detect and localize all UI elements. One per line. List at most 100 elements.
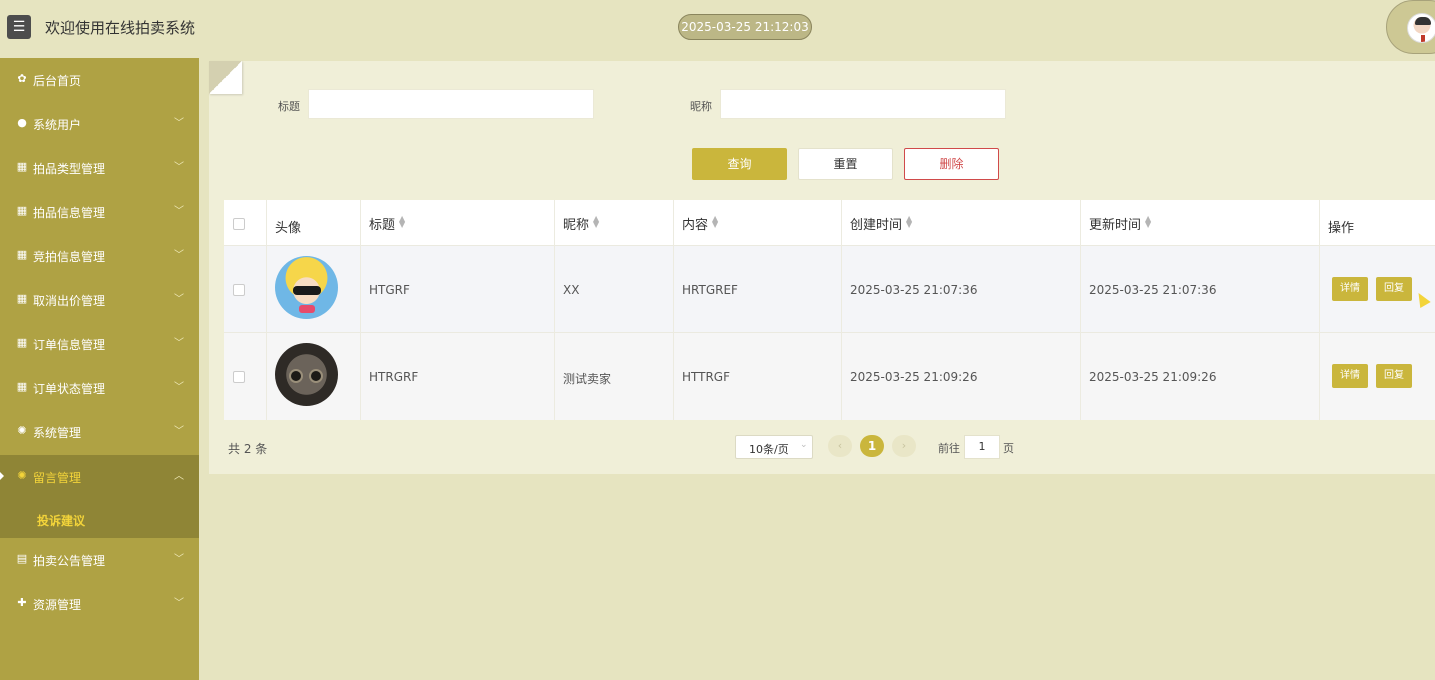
sidebar-item-5[interactable]: ▦ 取消出价管理 ﹀: [0, 278, 199, 322]
sidebar-item-11[interactable]: ✚ 资源管理 ﹀: [0, 582, 199, 626]
row-updated-time: 2025-03-25 21:07:36: [1089, 283, 1217, 297]
next-page-button[interactable]: ›: [892, 435, 916, 457]
column-header-title[interactable]: 标题 ▲ ▼: [361, 200, 555, 246]
sidebar-item-2[interactable]: ▦ 拍品类型管理 ﹀: [0, 146, 199, 190]
sidebar-item-label: 系统管理: [33, 426, 82, 440]
sidebar-item-8[interactable]: ✺ 系统管理 ﹀: [0, 410, 199, 454]
grid-icon: ▦: [16, 380, 28, 393]
chevron-down-icon: ﹀: [174, 162, 184, 173]
goto-label: 前往: [938, 442, 960, 455]
column-header-updated[interactable]: 更新时间 ▲ ▼: [1081, 200, 1320, 246]
chevron-down-icon: ﹀: [174, 250, 184, 261]
reply-button[interactable]: 回复: [1376, 364, 1412, 388]
row-nickname: XX: [563, 283, 580, 297]
chevron-down-icon: ﹀: [174, 206, 184, 217]
sidebar-subitem-label: 投诉建议: [37, 514, 86, 528]
column-header-nickname[interactable]: 昵称 ▲ ▼: [555, 200, 674, 246]
nickname-search-input[interactable]: [720, 89, 1006, 119]
sidebar-item-label: 拍卖公告管理: [33, 554, 106, 568]
sidebar-item-label: 拍品信息管理: [33, 206, 106, 220]
sidebar-item-1[interactable]: ● 系统用户 ﹀: [0, 102, 199, 146]
sidebar-subitem-complaints[interactable]: 投诉建议: [0, 455, 199, 538]
chevron-down-icon: ﹀: [174, 118, 184, 129]
column-header-avatar: 头像: [267, 200, 361, 246]
select-all-checkbox[interactable]: [233, 218, 245, 230]
plus-circle-icon: ✚: [17, 596, 27, 609]
table-row: HTGRF XX HRTGREF 2025-03-25 21:07:36 202…: [224, 246, 1435, 333]
sidebar-item-3[interactable]: ▦ 拍品信息管理 ﹀: [0, 190, 199, 234]
total-count: 共 2 条: [228, 442, 268, 456]
app-title: 欢迎使用在线拍卖系统: [45, 19, 196, 37]
title-search-input[interactable]: [308, 89, 594, 119]
document-icon: ▤: [16, 552, 28, 565]
messages-table: 头像 标题 ▲ ▼ 昵称 ▲ ▼ 内容 ▲ ▼ 创建时间 ▲ ▼ 更新时间 ▲ ▼ 操作 HTGRF…: [224, 200, 1435, 421]
table-row: HTRGRF 测试卖家 HTTRGF 2025-03-25 21:09:26 2…: [224, 333, 1435, 420]
goto-page-input[interactable]: 1: [964, 435, 1000, 459]
chevron-down-icon: ⌄: [800, 440, 808, 450]
sidebar-item-0[interactable]: ✿ 后台首页: [0, 58, 199, 102]
grid-icon: ▦: [16, 248, 28, 261]
column-header-content[interactable]: 内容 ▲ ▼: [674, 200, 842, 246]
user-icon: ●: [17, 116, 27, 129]
page-size-select[interactable]: 10条/页 ⌄: [735, 435, 813, 459]
current-page-button[interactable]: 1: [860, 435, 884, 457]
sidebar-item-7[interactable]: ▦ 订单状态管理 ﹀: [0, 366, 199, 410]
plush-avatar: [275, 343, 338, 406]
grid-icon: ▦: [16, 160, 28, 173]
row-content: HTTRGF: [682, 370, 731, 384]
row-content: HRTGREF: [682, 283, 738, 297]
prev-page-button[interactable]: ‹: [828, 435, 852, 457]
column-header-actions: 操作: [1328, 221, 1355, 236]
user-avatar-button[interactable]: [1386, 0, 1435, 54]
sort-icon: ▲ ▼: [593, 214, 600, 229]
sort-icon: ▲ ▼: [1145, 214, 1152, 229]
sidebar-item-label: 系统用户: [33, 118, 82, 132]
row-created-time: 2025-03-25 21:09:26: [850, 370, 978, 384]
sidebar-item-label: 后台首页: [33, 74, 82, 88]
reply-button[interactable]: 回复: [1376, 277, 1412, 301]
detail-button[interactable]: 详情: [1332, 277, 1368, 301]
row-created-time: 2025-03-25 21:07:36: [850, 283, 978, 297]
grid-icon: ▦: [16, 336, 28, 349]
gear-icon: ✺: [17, 424, 27, 437]
query-button[interactable]: 查询: [692, 148, 787, 180]
sidebar-item-6[interactable]: ▦ 订单信息管理 ﹀: [0, 322, 199, 366]
row-checkbox[interactable]: [233, 284, 245, 296]
page-suffix-label: 页: [1003, 442, 1014, 455]
sidebar-item-label: 订单信息管理: [33, 338, 106, 352]
chevron-down-icon: ﹀: [174, 338, 184, 349]
sidebar-item-label: 资源管理: [33, 598, 82, 612]
chevron-down-icon: ﹀: [174, 382, 184, 393]
row-checkbox[interactable]: [233, 371, 245, 383]
sidebar-item-4[interactable]: ▦ 竞拍信息管理 ﹀: [0, 234, 199, 278]
active-indicator-icon: [0, 472, 4, 480]
sidebar-item-label: 拍品类型管理: [33, 162, 106, 176]
menu-icon[interactable]: ☰: [7, 15, 31, 39]
grid-icon: ▦: [16, 204, 28, 217]
sidebar-item-label: 订单状态管理: [33, 382, 106, 396]
delete-button[interactable]: 删除: [904, 148, 999, 180]
sidebar-item-10[interactable]: ▤ 拍卖公告管理 ﹀: [0, 538, 199, 582]
home-icon: ✿: [17, 72, 27, 85]
chevron-down-icon: ﹀: [174, 426, 184, 437]
user-avatar: [1407, 13, 1435, 43]
top-header: ☰ 欢迎使用在线拍卖系统 2025-03-25 21:12:03: [0, 0, 1435, 58]
cartoon-avatar: [275, 256, 338, 319]
reset-button[interactable]: 重置: [798, 148, 893, 180]
row-title: HTGRF: [369, 283, 410, 297]
chevron-down-icon: ﹀: [174, 294, 184, 305]
sort-icon: ▲ ▼: [712, 214, 719, 229]
grid-icon: ▦: [16, 292, 28, 305]
title-field-label: 标题: [278, 100, 300, 113]
column-header-created[interactable]: 创建时间 ▲ ▼: [842, 200, 1081, 246]
row-title: HTRGRF: [369, 370, 419, 384]
sidebar-item-label: 竞拍信息管理: [33, 250, 106, 264]
row-nickname: 测试卖家: [563, 372, 612, 386]
datetime-badge: 2025-03-25 21:12:03: [678, 14, 812, 40]
chevron-down-icon: ﹀: [174, 598, 184, 609]
detail-button[interactable]: 详情: [1332, 364, 1368, 388]
sort-icon: ▲ ▼: [906, 214, 913, 229]
sidebar-item-label: 取消出价管理: [33, 294, 106, 308]
select-all-cell: [224, 200, 267, 246]
page-fold-icon: [209, 61, 242, 94]
